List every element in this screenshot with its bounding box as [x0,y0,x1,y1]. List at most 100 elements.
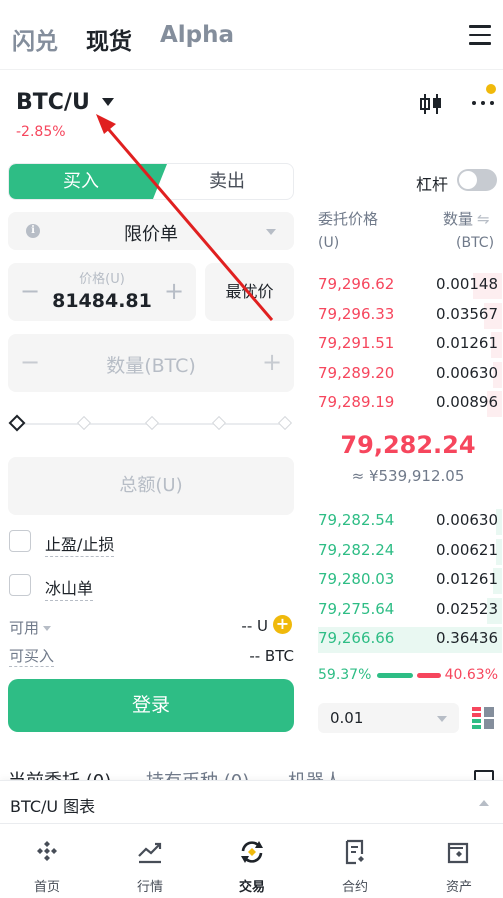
price-step-select[interactable]: 0.01 [318,703,459,733]
hamburger-menu-icon[interactable] [469,25,491,45]
ask-quantity: 0.00896 [435,393,498,411]
bid-row[interactable]: 79,282.54 0.00630 [318,509,502,535]
nav-assets[interactable]: 资产 [409,824,503,898]
bid-row[interactable]: 79,282.24 0.00621 [318,538,502,565]
ask-quantity: 0.01261 [435,334,498,352]
can-buy-value: -- BTC [249,647,294,665]
chevron-down-icon [437,716,447,722]
slider-handle[interactable] [8,414,26,432]
bid-price: 79,280.03 [318,570,395,588]
orders-tabs: 当前委托 (0) 持有币种 (0) 机器人 [8,762,503,780]
bid-row[interactable]: 79,275.64 0.02523 [318,597,502,624]
switch-unit-icon[interactable]: ⇋ [477,210,490,228]
ask-row[interactable]: 79,296.33 0.03567 [318,302,502,329]
chevron-down-icon [266,229,276,235]
tab-spot[interactable]: 现货 [86,22,132,56]
can-buy-label: 可买入 [9,647,55,667]
slider-node-75[interactable] [211,415,227,431]
ask-price: 79,296.33 [318,304,395,323]
slider-node-25[interactable] [76,415,92,431]
sell-ratio: 40.63% [444,667,498,683]
buy-sell-switch: 买入 卖出 [8,163,294,200]
orderbook-price-unit: (U) [318,235,340,251]
slider-node-50[interactable] [144,415,160,431]
amount-increase-button[interactable]: + [260,348,284,376]
ask-row[interactable]: 79,291.51 0.01261 [318,332,502,358]
iceberg-checkbox[interactable] [9,574,31,596]
futures-document-icon [345,839,364,865]
slider-node-100[interactable] [277,415,293,431]
nav-markets-label: 行情 [136,880,163,895]
buy-tab[interactable]: 买入 [9,164,167,199]
chevron-down-icon[interactable] [102,98,114,106]
last-price-cny: ≈ ¥539,912.05 [351,467,465,485]
iceberg-label[interactable]: 冰山单 [45,575,94,601]
bottom-nav: 首页 行情 交易 合约 资产 [0,824,503,898]
market-trend-icon [138,842,162,864]
tp-sl-checkbox[interactable] [9,530,31,552]
pair-change-percent: -2.85% [16,124,66,140]
orderbook-layout-icon[interactable] [472,707,494,729]
chart-drawer-label: BTC/U 图表 [10,797,96,816]
nav-trade[interactable]: 交易 [202,824,302,898]
orderbook-qty-header[interactable]: 数量 ⇋ [443,208,490,229]
sell-tab[interactable]: 卖出 [159,164,293,199]
ask-price: 79,291.51 [318,334,395,352]
nav-home[interactable]: 首页 [0,824,97,898]
login-button[interactable]: 登录 [8,679,294,732]
bid-price: 79,275.64 [318,599,395,618]
bid-price: 79,282.24 [318,540,395,559]
last-price[interactable]: 79,282.24 [318,431,498,459]
nav-assets-label: 资产 [445,880,472,895]
deposit-plus-icon[interactable]: + [273,615,292,634]
tab-holdings[interactable]: 持有币种 (0) [146,767,249,780]
sell-ratio-bar [417,673,441,678]
amount-placeholder: 数量(BTC) [106,355,196,377]
ask-price: 79,296.62 [318,275,395,293]
nav-home-label: 首页 [33,880,60,895]
orderbook-qty-unit: (BTC) [456,235,495,251]
ask-row[interactable]: 79,289.20 0.00630 [318,361,502,388]
bid-row[interactable]: 79,266.66 0.36436 [318,627,502,653]
nav-trade-label: 交易 [238,880,265,895]
order-type-select[interactable]: i 限价单 [8,212,294,250]
tab-bots[interactable]: 机器人 [288,767,342,780]
nav-futures[interactable]: 合约 [305,824,405,898]
available-label[interactable]: 可用 [9,617,52,638]
pair-selector[interactable]: BTC/U [16,90,90,115]
wallet-icon [447,842,469,864]
bid-row[interactable]: 79,280.03 0.01261 [318,568,502,594]
chevron-up-icon[interactable] [479,800,489,806]
nav-futures-label: 合约 [341,880,368,895]
tab-open-orders[interactable]: 当前委托 (0) [8,767,111,780]
amount-input[interactable]: − 数量(BTC) + [8,334,294,392]
chevron-down-icon [43,626,52,631]
nav-markets[interactable]: 行情 [100,824,200,898]
ask-price: 79,289.19 [318,393,395,411]
more-dots-icon[interactable] [470,98,496,106]
buy-ratio: 59.37% [318,667,372,683]
total-input[interactable]: 总额(U) [8,457,294,515]
orderbook-price-header: 委托价格 [318,210,379,228]
notification-dot [486,84,496,94]
best-price-button[interactable]: 最优价 [205,263,294,321]
bid-quantity: 0.02523 [435,599,498,618]
home-diamond-icon [37,841,57,861]
top-tabs-bar: 闪兑 现货 Alpha [0,0,503,70]
candlestick-chart-icon[interactable] [418,92,444,116]
ask-row[interactable]: 79,289.19 0.00896 [318,391,502,417]
bid-price: 79,282.54 [318,511,395,529]
amount-percent-slider[interactable] [8,414,294,434]
price-input[interactable]: − 价格(U) 81484.81 + [8,263,196,321]
ask-row[interactable]: 79,296.62 0.00148 [318,273,502,299]
bid-quantity: 0.00630 [435,511,498,529]
tab-alpha[interactable]: Alpha [160,22,234,48]
tab-convert[interactable]: 闪兑 [12,22,58,56]
price-step-value: 0.01 [330,709,364,727]
bid-quantity: 0.01261 [435,570,498,588]
buy-ratio-bar [377,673,413,678]
price-increase-button[interactable]: + [162,277,186,305]
chart-drawer[interactable]: BTC/U 图表 [0,780,503,824]
leverage-toggle[interactable] [457,169,497,191]
tp-sl-label[interactable]: 止盈/止损 [45,531,115,557]
